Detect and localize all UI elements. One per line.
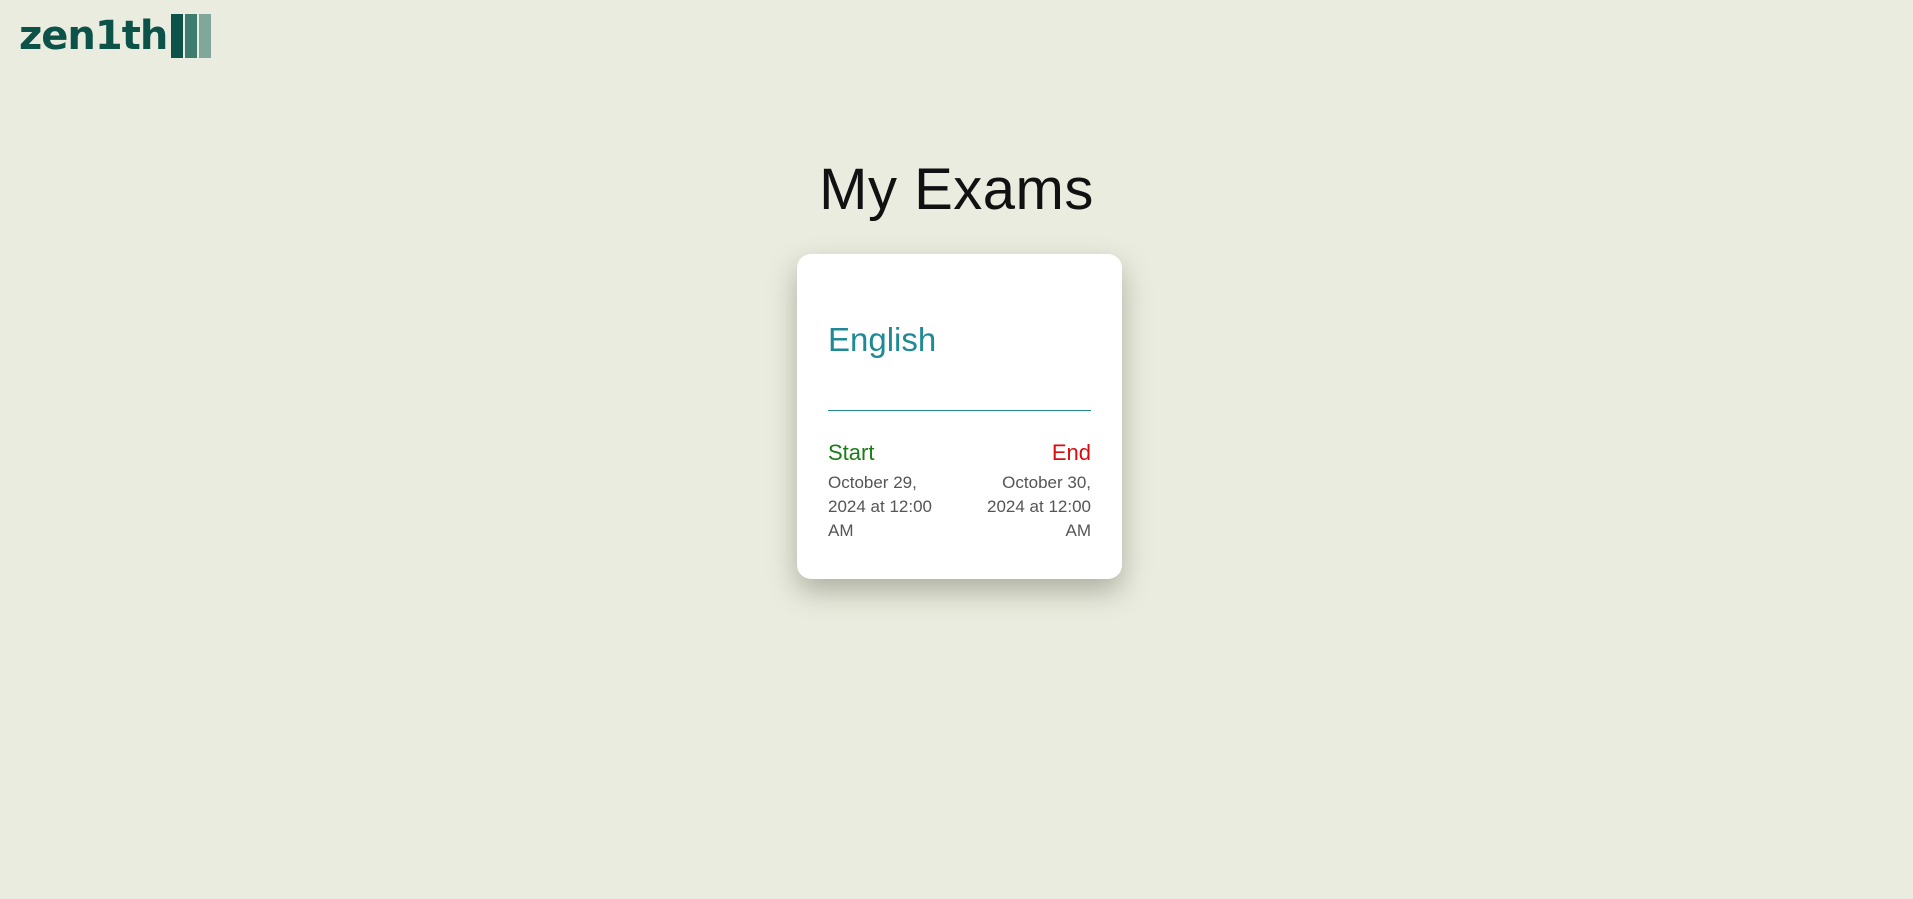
zenith-logo[interactable]: zen1th — [19, 13, 212, 59]
end-date: October 30, 2024 at 12:00 AM — [987, 473, 1091, 540]
exam-start: Start October 29, 2024 at 12:00 AM — [828, 440, 940, 543]
start-date: October 29, 2024 at 12:00 AM — [828, 473, 932, 540]
end-label: End — [1051, 440, 1091, 465]
logo-wordmark: zen1th — [19, 13, 168, 59]
exam-subject: English — [828, 321, 937, 358]
start-label: Start — [828, 440, 875, 465]
page-title: My Exams — [819, 157, 1094, 222]
card-divider — [828, 410, 1091, 411]
exam-card[interactable]: English Start October 29, 2024 at 12:00 … — [797, 254, 1122, 579]
logo-bars-icon — [171, 14, 212, 58]
exam-end: End October 30, 2024 at 12:00 AM — [979, 440, 1091, 543]
page: zen1th My Exams English Start October 29… — [0, 0, 1913, 899]
